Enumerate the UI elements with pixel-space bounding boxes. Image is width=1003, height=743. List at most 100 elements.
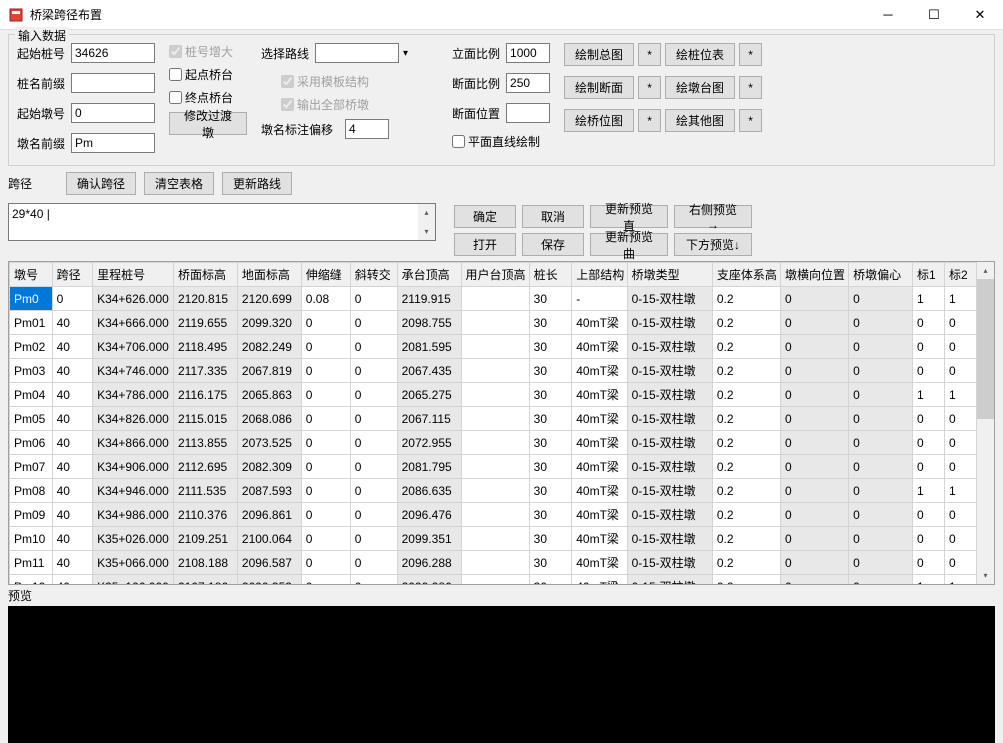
- table-cell[interactable]: 0: [350, 551, 397, 575]
- table-cell[interactable]: 1: [913, 287, 945, 311]
- column-header[interactable]: 墩号: [10, 263, 53, 287]
- cancel-button[interactable]: 取消: [522, 205, 584, 228]
- table-cell[interactable]: Pm06: [10, 431, 53, 455]
- table-cell[interactable]: 0: [780, 503, 848, 527]
- table-cell[interactable]: 0: [780, 287, 848, 311]
- table-cell[interactable]: [461, 335, 529, 359]
- table-cell[interactable]: 0: [301, 455, 350, 479]
- table-cell[interactable]: Pm10: [10, 527, 53, 551]
- table-row[interactable]: Pm0940K34+986.0002110.3762096.861002096.…: [10, 503, 977, 527]
- table-cell[interactable]: 0: [849, 407, 913, 431]
- table-cell[interactable]: K34+906.000: [93, 455, 174, 479]
- table-cell[interactable]: 40: [52, 479, 92, 503]
- table-cell[interactable]: 40: [52, 431, 92, 455]
- table-cell[interactable]: 0-15-双柱墩: [627, 575, 712, 586]
- table-cell[interactable]: 2096.476: [397, 503, 461, 527]
- table-cell[interactable]: 0: [350, 287, 397, 311]
- draw-stake-button[interactable]: 绘桩位表: [665, 43, 735, 66]
- table-cell[interactable]: 40: [52, 311, 92, 335]
- confirm-span-button[interactable]: 确认跨径: [66, 172, 136, 195]
- table-cell[interactable]: 0: [780, 383, 848, 407]
- table-cell[interactable]: 0: [780, 455, 848, 479]
- table-cell[interactable]: 0: [913, 503, 945, 527]
- table-cell[interactable]: 2117.335: [174, 359, 238, 383]
- table-cell[interactable]: 30: [529, 383, 572, 407]
- table-cell[interactable]: 40: [52, 359, 92, 383]
- table-cell[interactable]: Pm04: [10, 383, 53, 407]
- table-cell[interactable]: 40: [52, 455, 92, 479]
- table-cell[interactable]: 0: [301, 431, 350, 455]
- table-cell[interactable]: 0-15-双柱墩: [627, 527, 712, 551]
- table-cell[interactable]: [461, 575, 529, 586]
- table-cell[interactable]: 2116.175: [174, 383, 238, 407]
- save-button[interactable]: 保存: [522, 233, 584, 256]
- table-cell[interactable]: 0: [52, 287, 92, 311]
- table-cell[interactable]: 0: [944, 527, 976, 551]
- table-row[interactable]: Pm1140K35+066.0002108.1882096.587002096.…: [10, 551, 977, 575]
- table-cell[interactable]: K35+066.000: [93, 551, 174, 575]
- table-cell[interactable]: [461, 287, 529, 311]
- table-cell[interactable]: [461, 503, 529, 527]
- table-cell[interactable]: 0: [849, 311, 913, 335]
- table-cell[interactable]: 2082.309: [237, 455, 301, 479]
- table-cell[interactable]: 2107.186: [174, 575, 238, 586]
- table-cell[interactable]: 0.2: [712, 527, 780, 551]
- column-header[interactable]: 伸缩缝: [301, 263, 350, 287]
- update-route-button[interactable]: 更新路线: [222, 172, 292, 195]
- scroll-up-icon[interactable]: ▴: [977, 262, 994, 279]
- table-cell[interactable]: Pm08: [10, 479, 53, 503]
- table-cell[interactable]: 0: [849, 527, 913, 551]
- table-cell[interactable]: 40mT梁: [572, 431, 627, 455]
- draw-pier-star[interactable]: *: [739, 76, 762, 99]
- scrollbar[interactable]: ▴▾: [418, 204, 435, 240]
- table-cell[interactable]: 1: [944, 383, 976, 407]
- table-cell[interactable]: 0: [944, 311, 976, 335]
- table-row[interactable]: Pm00K34+626.0002120.8152120.6990.0802119…: [10, 287, 977, 311]
- table-cell[interactable]: [461, 527, 529, 551]
- table-cell[interactable]: 0: [350, 503, 397, 527]
- table-cell[interactable]: 40mT梁: [572, 455, 627, 479]
- table-cell[interactable]: 2082.249: [237, 335, 301, 359]
- table-cell[interactable]: 0: [780, 551, 848, 575]
- table-cell[interactable]: 2120.815: [174, 287, 238, 311]
- table-cell[interactable]: Pm11: [10, 551, 53, 575]
- section-pos-input[interactable]: [506, 103, 550, 123]
- table-cell[interactable]: 0-15-双柱墩: [627, 287, 712, 311]
- table-cell[interactable]: 40: [52, 335, 92, 359]
- stake-prefix-input[interactable]: [71, 73, 155, 93]
- table-cell[interactable]: 2113.855: [174, 431, 238, 455]
- table-cell[interactable]: 0: [780, 431, 848, 455]
- ok-button[interactable]: 确定: [454, 205, 516, 228]
- dropdown-icon[interactable]: ▾: [403, 48, 408, 59]
- table-cell[interactable]: 40: [52, 503, 92, 527]
- table-cell[interactable]: 0: [301, 503, 350, 527]
- span-textarea[interactable]: 29*40 | ▴▾: [8, 203, 436, 241]
- table-cell[interactable]: 2096.861: [237, 503, 301, 527]
- table-cell[interactable]: 0.08: [301, 287, 350, 311]
- table-cell[interactable]: 30: [529, 551, 572, 575]
- table-cell[interactable]: 2118.495: [174, 335, 238, 359]
- table-cell[interactable]: [461, 551, 529, 575]
- draw-other-star[interactable]: *: [739, 109, 762, 132]
- table-cell[interactable]: 0: [944, 455, 976, 479]
- clear-table-button[interactable]: 清空表格: [144, 172, 214, 195]
- column-header[interactable]: 墩横向位置: [780, 263, 848, 287]
- preview-curve-button[interactable]: 更新预览曲: [590, 233, 668, 256]
- column-header[interactable]: 桩长: [529, 263, 572, 287]
- bottom-preview-button[interactable]: 下方预览↓: [674, 233, 752, 256]
- table-cell[interactable]: 0: [780, 311, 848, 335]
- table-cell[interactable]: 0: [849, 335, 913, 359]
- table-cell[interactable]: 40: [52, 527, 92, 551]
- table-cell[interactable]: 40mT梁: [572, 503, 627, 527]
- table-cell[interactable]: K35+106.000: [93, 575, 174, 586]
- table-cell[interactable]: 0: [780, 479, 848, 503]
- table-cell[interactable]: 0: [350, 527, 397, 551]
- table-cell[interactable]: 2067.115: [397, 407, 461, 431]
- table-scrollbar[interactable]: ▴ ▾: [977, 262, 994, 584]
- table-cell[interactable]: 0: [301, 335, 350, 359]
- table-cell[interactable]: [461, 383, 529, 407]
- close-button[interactable]: ✕: [957, 0, 1003, 30]
- start-pier-input[interactable]: [71, 103, 155, 123]
- table-cell[interactable]: 0: [944, 431, 976, 455]
- table-cell[interactable]: 2108.188: [174, 551, 238, 575]
